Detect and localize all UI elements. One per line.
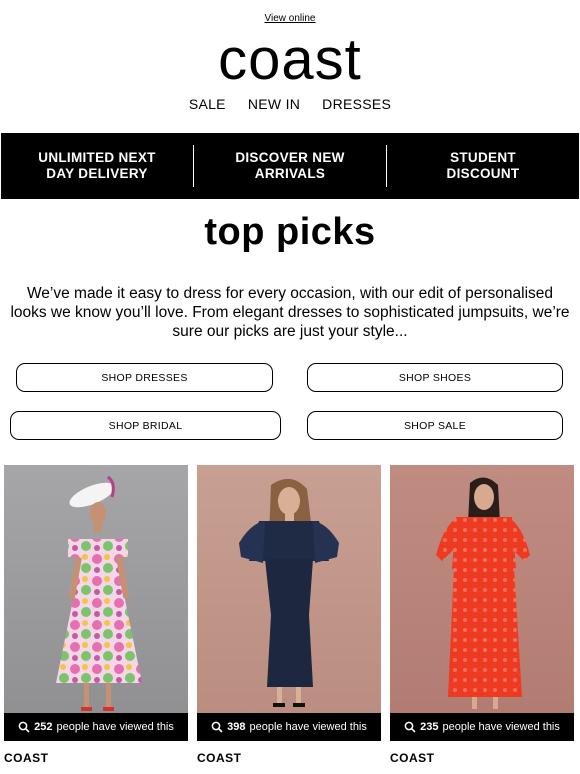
views-badge: 398 people have viewed this	[197, 713, 381, 741]
search-icon	[211, 721, 223, 733]
product-description-cutoff	[4, 769, 164, 774]
product-description-cutoff	[390, 769, 550, 774]
product-card[interactable]: 252 people have viewed this COAST	[4, 465, 188, 774]
promo-next-day-delivery[interactable]: UNLIMITED NEXT DAY DELIVERY	[1, 150, 193, 182]
product-image[interactable]: 398 people have viewed this	[197, 465, 381, 741]
search-icon	[404, 721, 416, 733]
coast-logo[interactable]: coast	[0, 24, 580, 96]
view-online-link[interactable]: View online	[0, 13, 580, 24]
shop-dresses-button[interactable]: SHOP DRESSES	[16, 363, 273, 392]
views-count: 252	[34, 721, 53, 733]
product-card[interactable]: 235 people have viewed this COAST	[390, 465, 574, 774]
product-image[interactable]: 235 people have viewed this	[390, 465, 574, 741]
views-label: people have viewed this	[442, 721, 560, 733]
product-image[interactable]: 252 people have viewed this	[4, 465, 188, 741]
promo-new-arrivals[interactable]: DISCOVER NEW ARRIVALS	[194, 150, 386, 182]
nav-item-sale[interactable]: SALE	[189, 96, 226, 112]
intro-text: We’ve made it easy to dress for every oc…	[10, 285, 570, 340]
product-description-cutoff	[197, 769, 357, 774]
views-count: 235	[420, 721, 439, 733]
views-label: people have viewed this	[249, 721, 367, 733]
promo-student-discount[interactable]: STUDENT DISCOUNT	[387, 150, 579, 182]
shop-bridal-button[interactable]: SHOP BRIDAL	[10, 411, 281, 440]
views-badge: 235 people have viewed this	[390, 713, 574, 741]
product-card[interactable]: 398 people have viewed this COAST	[197, 465, 381, 774]
top-nav: SALE NEW IN DRESSES	[0, 96, 580, 112]
promo-bar: UNLIMITED NEXT DAY DELIVERY DISCOVER NEW…	[1, 133, 579, 199]
views-count: 398	[227, 721, 246, 733]
shop-sale-button[interactable]: SHOP SALE	[307, 411, 563, 440]
nav-item-dresses[interactable]: DRESSES	[322, 96, 391, 112]
product-brand[interactable]: COAST	[4, 751, 49, 765]
views-label: people have viewed this	[56, 721, 174, 733]
section-heading: top picks	[204, 211, 376, 253]
shop-shoes-button[interactable]: SHOP SHOES	[307, 363, 563, 392]
views-badge: 252 people have viewed this	[4, 713, 188, 741]
nav-item-new-in[interactable]: NEW IN	[248, 96, 300, 112]
product-brand[interactable]: COAST	[197, 751, 242, 765]
product-brand[interactable]: COAST	[390, 751, 435, 765]
search-icon	[18, 721, 30, 733]
